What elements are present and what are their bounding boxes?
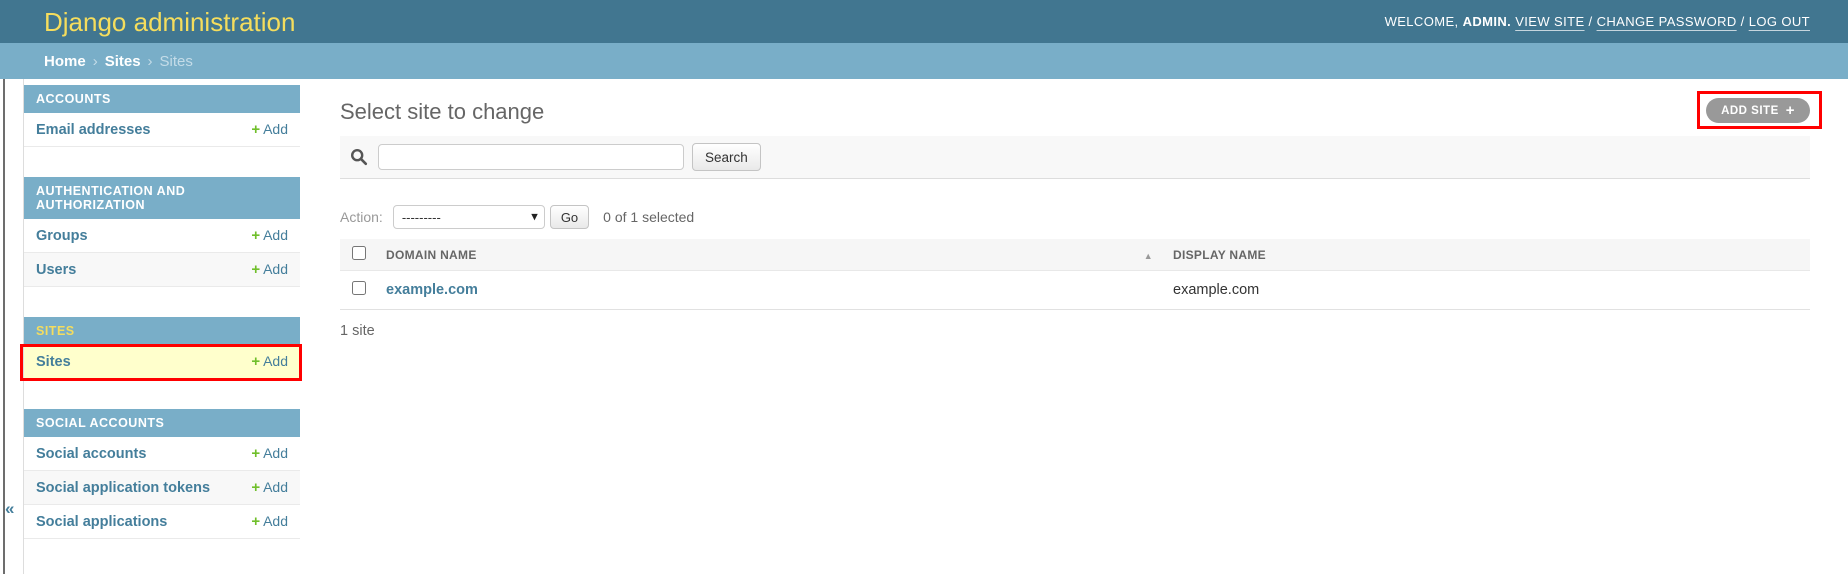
- user-tools-separator: /: [1741, 14, 1745, 29]
- search-input[interactable]: [378, 144, 684, 170]
- plus-icon: +: [251, 121, 260, 138]
- breadcrumb-separator: ›: [148, 53, 153, 70]
- sidebar-item-social-application-tokens: Social application tokens +Add: [24, 471, 300, 505]
- plus-icon: +: [251, 513, 260, 530]
- sort-ascending-icon[interactable]: ▲: [1144, 251, 1153, 261]
- search-button[interactable]: Search: [692, 143, 761, 171]
- action-counter: 0 of 1 selected: [603, 209, 694, 225]
- object-tools: ADD SITE +: [1706, 98, 1810, 123]
- user-tools-separator: /: [1589, 14, 1593, 29]
- sidebar-module-sites: SITES Sites +Add: [24, 317, 300, 379]
- select-all-header-cell: [340, 239, 376, 271]
- add-link-social-accounts[interactable]: +Add: [251, 445, 288, 462]
- table-header-row: DOMAIN NAME ▲ DISPLAY NAME: [340, 239, 1810, 271]
- user-tools: WELCOME, ADMIN. VIEW SITE / CHANGE PASSWOR…: [1385, 14, 1810, 29]
- sidebar-item-email-addresses: Email addresses +Add: [24, 113, 300, 147]
- plus-icon: +: [251, 445, 260, 462]
- breadcrumb-current: Sites: [160, 53, 193, 70]
- page-title: Select site to change: [340, 100, 544, 124]
- add-site-label: ADD SITE: [1721, 105, 1779, 117]
- result-table: DOMAIN NAME ▲ DISPLAY NAME example.comex…: [340, 239, 1810, 310]
- module-header-accounts: ACCOUNTS: [24, 85, 300, 113]
- select-all-checkbox[interactable]: [352, 246, 366, 260]
- sidebar-module-accounts: ACCOUNTS Email addresses +Add: [24, 85, 300, 147]
- module-header-sites: SITES: [24, 317, 300, 345]
- row-checkbox[interactable]: [352, 281, 366, 295]
- sidebar-item-sites: Sites +Add: [24, 345, 300, 379]
- result-count: 1 site: [340, 323, 1810, 339]
- main-content: Select site to change ADD SITE + Search …: [300, 79, 1848, 574]
- model-link-email-addresses[interactable]: Email addresses: [36, 122, 150, 138]
- breadcrumb-sites-app[interactable]: Sites: [105, 53, 141, 70]
- go-button[interactable]: Go: [550, 205, 589, 229]
- column-header-display-name[interactable]: DISPLAY NAME: [1163, 239, 1810, 271]
- plus-icon: +: [251, 353, 260, 370]
- display-name-cell: example.com: [1163, 271, 1810, 310]
- welcome-label: WELCOME,: [1385, 14, 1459, 29]
- nav-sidebar: ACCOUNTSEmail addresses+AddAUTHENTICATIO…: [24, 79, 300, 574]
- breadcrumb-separator: ›: [93, 53, 98, 70]
- model-link-users[interactable]: Users: [36, 262, 76, 278]
- action-label: Action:: [340, 209, 383, 225]
- model-link-social-accounts[interactable]: Social accounts: [36, 446, 146, 462]
- plus-icon: +: [251, 479, 260, 496]
- model-link-sites[interactable]: Sites: [36, 354, 71, 370]
- add-link-sites[interactable]: +Add: [251, 353, 288, 370]
- sidebar-item-social-accounts: Social accounts +Add: [24, 437, 300, 471]
- add-site-button[interactable]: ADD SITE +: [1706, 98, 1810, 123]
- sidebar-toggle-rail: «: [0, 79, 24, 574]
- username: ADMIN.: [1463, 14, 1512, 29]
- add-link-groups[interactable]: +Add: [251, 227, 288, 244]
- log-out-link[interactable]: LOG OUT: [1749, 14, 1810, 29]
- sidebar-module-social-accounts: SOCIAL ACCOUNTSSocial accounts+AddSocial…: [24, 409, 300, 539]
- add-link-social-applications[interactable]: +Add: [251, 513, 288, 530]
- breadcrumb-home[interactable]: Home: [44, 53, 86, 70]
- domain-name-link[interactable]: example.com: [386, 282, 478, 298]
- module-header-authentication-and-authorization: AUTHENTICATION AND AUTHORIZATION: [24, 177, 300, 219]
- sidebar-item-users: Users +Add: [24, 253, 300, 287]
- page-body: « ACCOUNTSEmail addresses+AddAUTHENTICAT…: [0, 79, 1848, 574]
- column-header-domain-name[interactable]: DOMAIN NAME ▲: [376, 239, 1163, 271]
- breadcrumb: Home › Sites › Sites: [0, 43, 1848, 79]
- add-link-email-addresses[interactable]: +Add: [251, 121, 288, 138]
- change-password-link[interactable]: CHANGE PASSWORD: [1597, 14, 1737, 29]
- action-select[interactable]: ---------: [393, 205, 545, 229]
- plus-icon: +: [251, 261, 260, 278]
- actions-row: Action: --------- ▾ Go 0 of 1 selected: [340, 205, 1810, 229]
- app-header: Django administration WELCOME, ADMIN. VI…: [0, 0, 1848, 43]
- model-link-groups[interactable]: Groups: [36, 228, 88, 244]
- sidebar-module-authentication-and-authorization: AUTHENTICATION AND AUTHORIZATION Groups +A…: [24, 177, 300, 287]
- table-row: example.com example.com: [340, 271, 1810, 310]
- row-checkbox-cell: [340, 271, 376, 310]
- plus-icon: +: [251, 227, 260, 244]
- sidebar-collapse-icon[interactable]: «: [5, 500, 14, 517]
- add-link-social-application-tokens[interactable]: +Add: [251, 479, 288, 496]
- sidebar-item-groups: Groups +Add: [24, 219, 300, 253]
- view-site-link[interactable]: VIEW SITE: [1515, 14, 1584, 29]
- model-link-social-application-tokens[interactable]: Social application tokens: [36, 480, 210, 496]
- domain-name-cell: example.com: [376, 271, 1163, 310]
- search-toolbar: Search: [340, 136, 1810, 179]
- model-link-social-applications[interactable]: Social applications: [36, 514, 167, 530]
- sidebar-item-social-applications: Social applications +Add: [24, 505, 300, 539]
- add-link-users[interactable]: +Add: [251, 261, 288, 278]
- plus-icon: +: [1786, 103, 1795, 118]
- site-title-link[interactable]: Django administration: [44, 9, 295, 35]
- search-icon: [350, 148, 368, 166]
- module-header-social-accounts: SOCIAL ACCOUNTS: [24, 409, 300, 437]
